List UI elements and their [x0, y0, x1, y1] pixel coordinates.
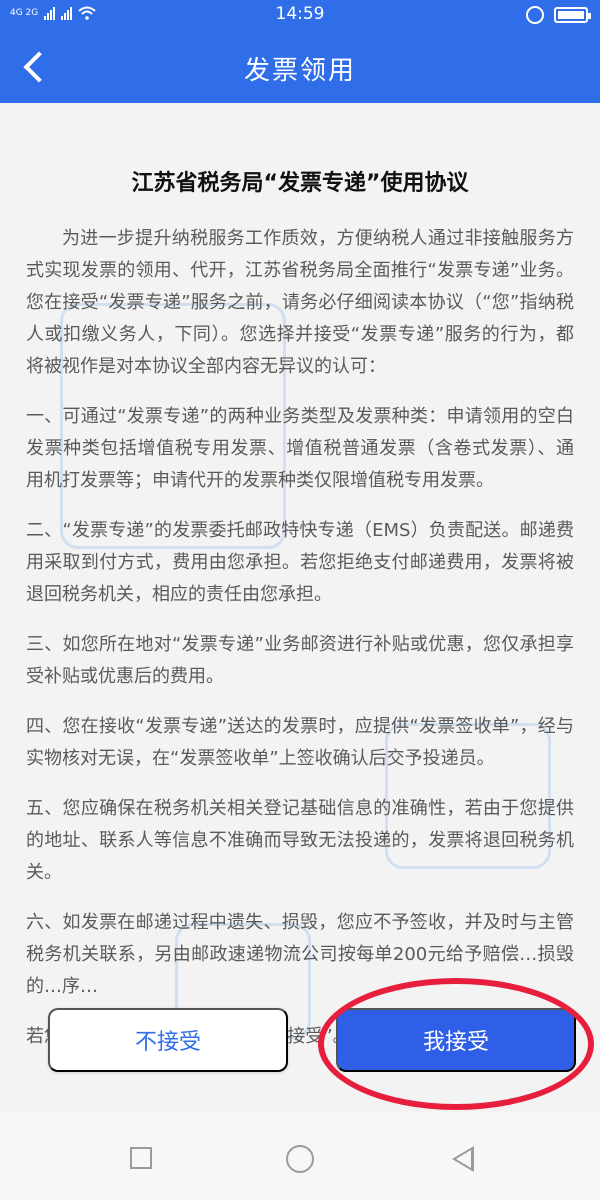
agreement-title: 江苏省税务局“发票专递”使用协议: [131, 171, 469, 196]
home-icon[interactable]: [286, 1145, 314, 1173]
status-bar: 4G 2G 14:59: [0, 0, 600, 30]
agreement-paragraph: 一、可通过“发票专递”的两种业务类型及发票种类：申请领用的空白发票种类包括增值税…: [26, 406, 574, 491]
page-title: 发票领用: [243, 56, 356, 86]
agreement-paragraph: 三、如您所在地对“发票专递”业务邮资进行补贴或优惠，您仅承担享受补贴或优惠后的费…: [26, 634, 574, 687]
agreement-content[interactable]: 江苏省税务局“发票专递”使用协议 为进一步提升纳税服务工作质效，方便纳税人通过非…: [0, 103, 600, 1113]
recent-apps-icon[interactable]: [130, 1147, 152, 1169]
agreement-paragraph: 六、如发票在邮递过程中遗失、损毁，您应不予签收，并及时与主管税务机关联系，另由邮…: [26, 912, 574, 997]
agreement-paragraph: 二、“发票专递”的发票委托邮政特快专递（EMS）负责配送。邮递费用采取到付方式，…: [26, 520, 574, 605]
navigation-bar: 发票领用: [0, 30, 600, 103]
accept-button[interactable]: 我接受: [336, 1008, 576, 1072]
agreement-paragraph: 为进一步提升纳税服务工作质效，方便纳税人通过非接触服务方式实现发票的领用、代开，…: [26, 228, 574, 377]
app-header: 4G 2G 14:59 发票领用: [0, 0, 600, 103]
clock: 14:59: [275, 4, 325, 24]
lock-icon: [526, 6, 544, 24]
system-indicators: [526, 6, 591, 24]
system-back-icon[interactable]: [452, 1146, 474, 1172]
agreement-paragraph: 四、您在接收“发票专递”送达的发票时，应提供“发票签收单”，经与实物核对无误，在…: [26, 716, 574, 769]
agreement-text: 为进一步提升纳税服务工作质效，方便纳税人通过非接触服务方式实现发票的领用、代开，…: [26, 223, 574, 1071]
agreement-paragraph: 五、您应确保在税务机关相关登记基础信息的准确性，若由于您提供的地址、联系人等信息…: [26, 798, 574, 883]
android-navigation-bar: [0, 1113, 600, 1200]
reject-button[interactable]: 不接受: [48, 1008, 288, 1072]
battery-icon: [554, 7, 591, 23]
